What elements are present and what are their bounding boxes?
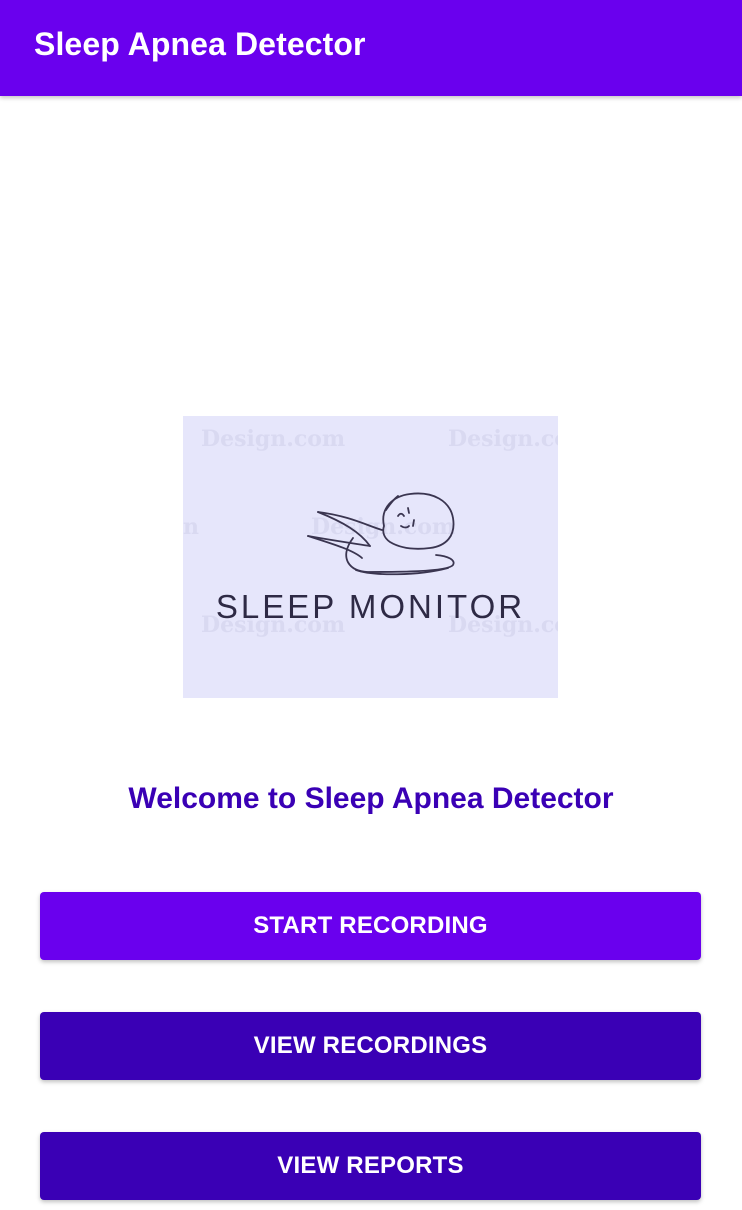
start-recording-button[interactable]: START RECORDING [40,892,701,960]
sleep-monitor-logo: Design.com Design.co n Design.com Design… [183,416,558,698]
view-reports-button[interactable]: VIEW REPORTS [40,1132,701,1200]
app-bar: Sleep Apnea Detector [0,0,742,96]
watermark-text: Design.com [201,426,346,452]
app-title: Sleep Apnea Detector [34,26,366,62]
welcome-heading: Welcome to Sleep Apnea Detector [128,782,614,815]
sleeping-person-icon [307,492,455,576]
watermark-text: Design.co [448,426,558,452]
logo-text: SLEEP MONITOR [215,588,526,625]
view-recordings-button[interactable]: VIEW RECORDINGS [40,1012,701,1080]
watermark-text: n [183,514,199,540]
